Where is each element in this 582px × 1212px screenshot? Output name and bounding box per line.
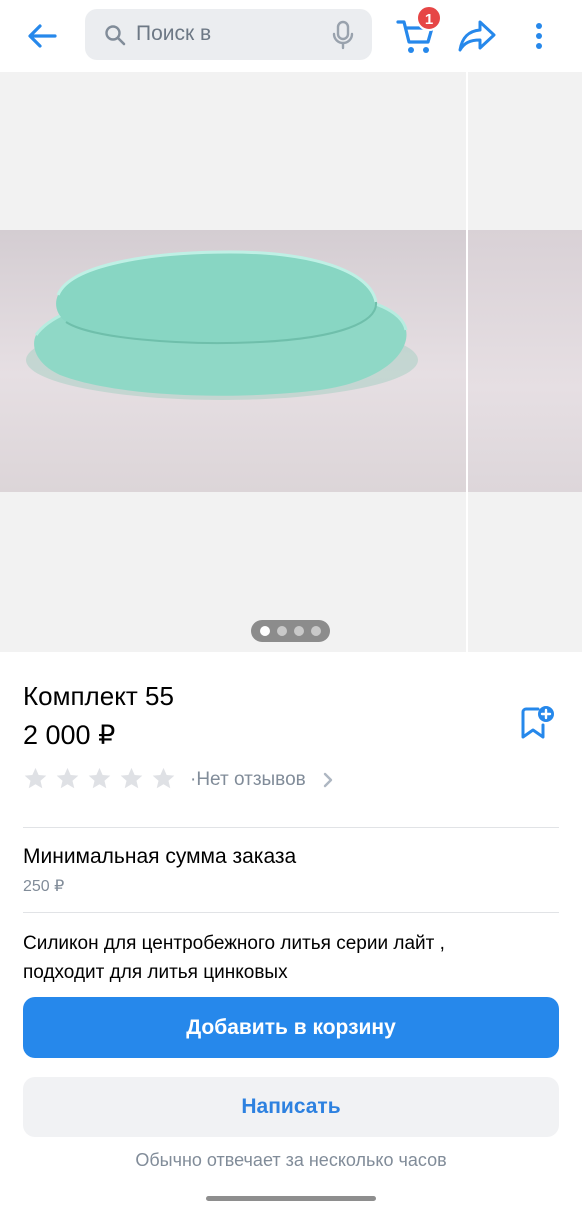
rating-stars [23,766,176,791]
star-icon [56,767,79,789]
add-to-bookmarks-button[interactable] [518,703,558,743]
share-button[interactable] [456,16,498,56]
search-placeholder: Поиск в [136,22,212,45]
more-vertical-icon [536,23,542,49]
product-description[interactable]: Силикон для центробежного литья серии ла… [23,929,553,987]
chevron-right-icon [323,772,332,788]
min-order-value: 250 ₽ [23,878,65,895]
product-price: 2 000 ₽ [23,720,116,750]
pagination-dot-active [260,626,270,636]
search-icon [105,25,126,46]
product-photo-image [26,250,418,400]
photo-gallery[interactable] [0,72,582,652]
gallery-pagination [251,620,330,642]
divider [23,827,559,828]
arrow-left-icon [28,24,57,48]
more-button[interactable] [526,16,552,56]
divider [23,912,559,913]
search-field[interactable]: Поиск в [85,9,372,60]
home-indicator[interactable] [206,1196,376,1201]
next-product-photo[interactable] [468,230,582,492]
pagination-dot [311,626,321,636]
pagination-dot [277,626,287,636]
star-icon [24,767,47,789]
add-to-cart-button[interactable]: Добавить в корзину [23,997,559,1058]
back-button[interactable] [22,16,62,56]
product-title: Комплект 55 [23,681,174,711]
bookmark-add-icon [521,706,554,739]
cart-count-badge: 1 [416,5,442,31]
microphone-icon[interactable] [330,20,356,50]
description-line: Силикон для центробежного литья серии ла… [23,933,445,954]
min-order-label: Минимальная сумма заказа [23,845,297,868]
star-icon [120,767,143,789]
description-line: подходит для литья цинковых [23,962,288,983]
reply-time-note: Обычно отвечает за несколько часов [135,1150,447,1170]
pagination-dot [294,626,304,636]
top-bar: Поиск в 1 [0,0,582,72]
reviews-link[interactable]: ·Нет отзывов [190,769,334,791]
star-icon [88,767,111,789]
share-icon [458,20,496,52]
star-icon [152,767,175,789]
product-photo[interactable] [0,230,466,492]
reviews-label: ·Нет отзывов [190,769,306,790]
write-message-button[interactable]: Написать [23,1077,559,1137]
